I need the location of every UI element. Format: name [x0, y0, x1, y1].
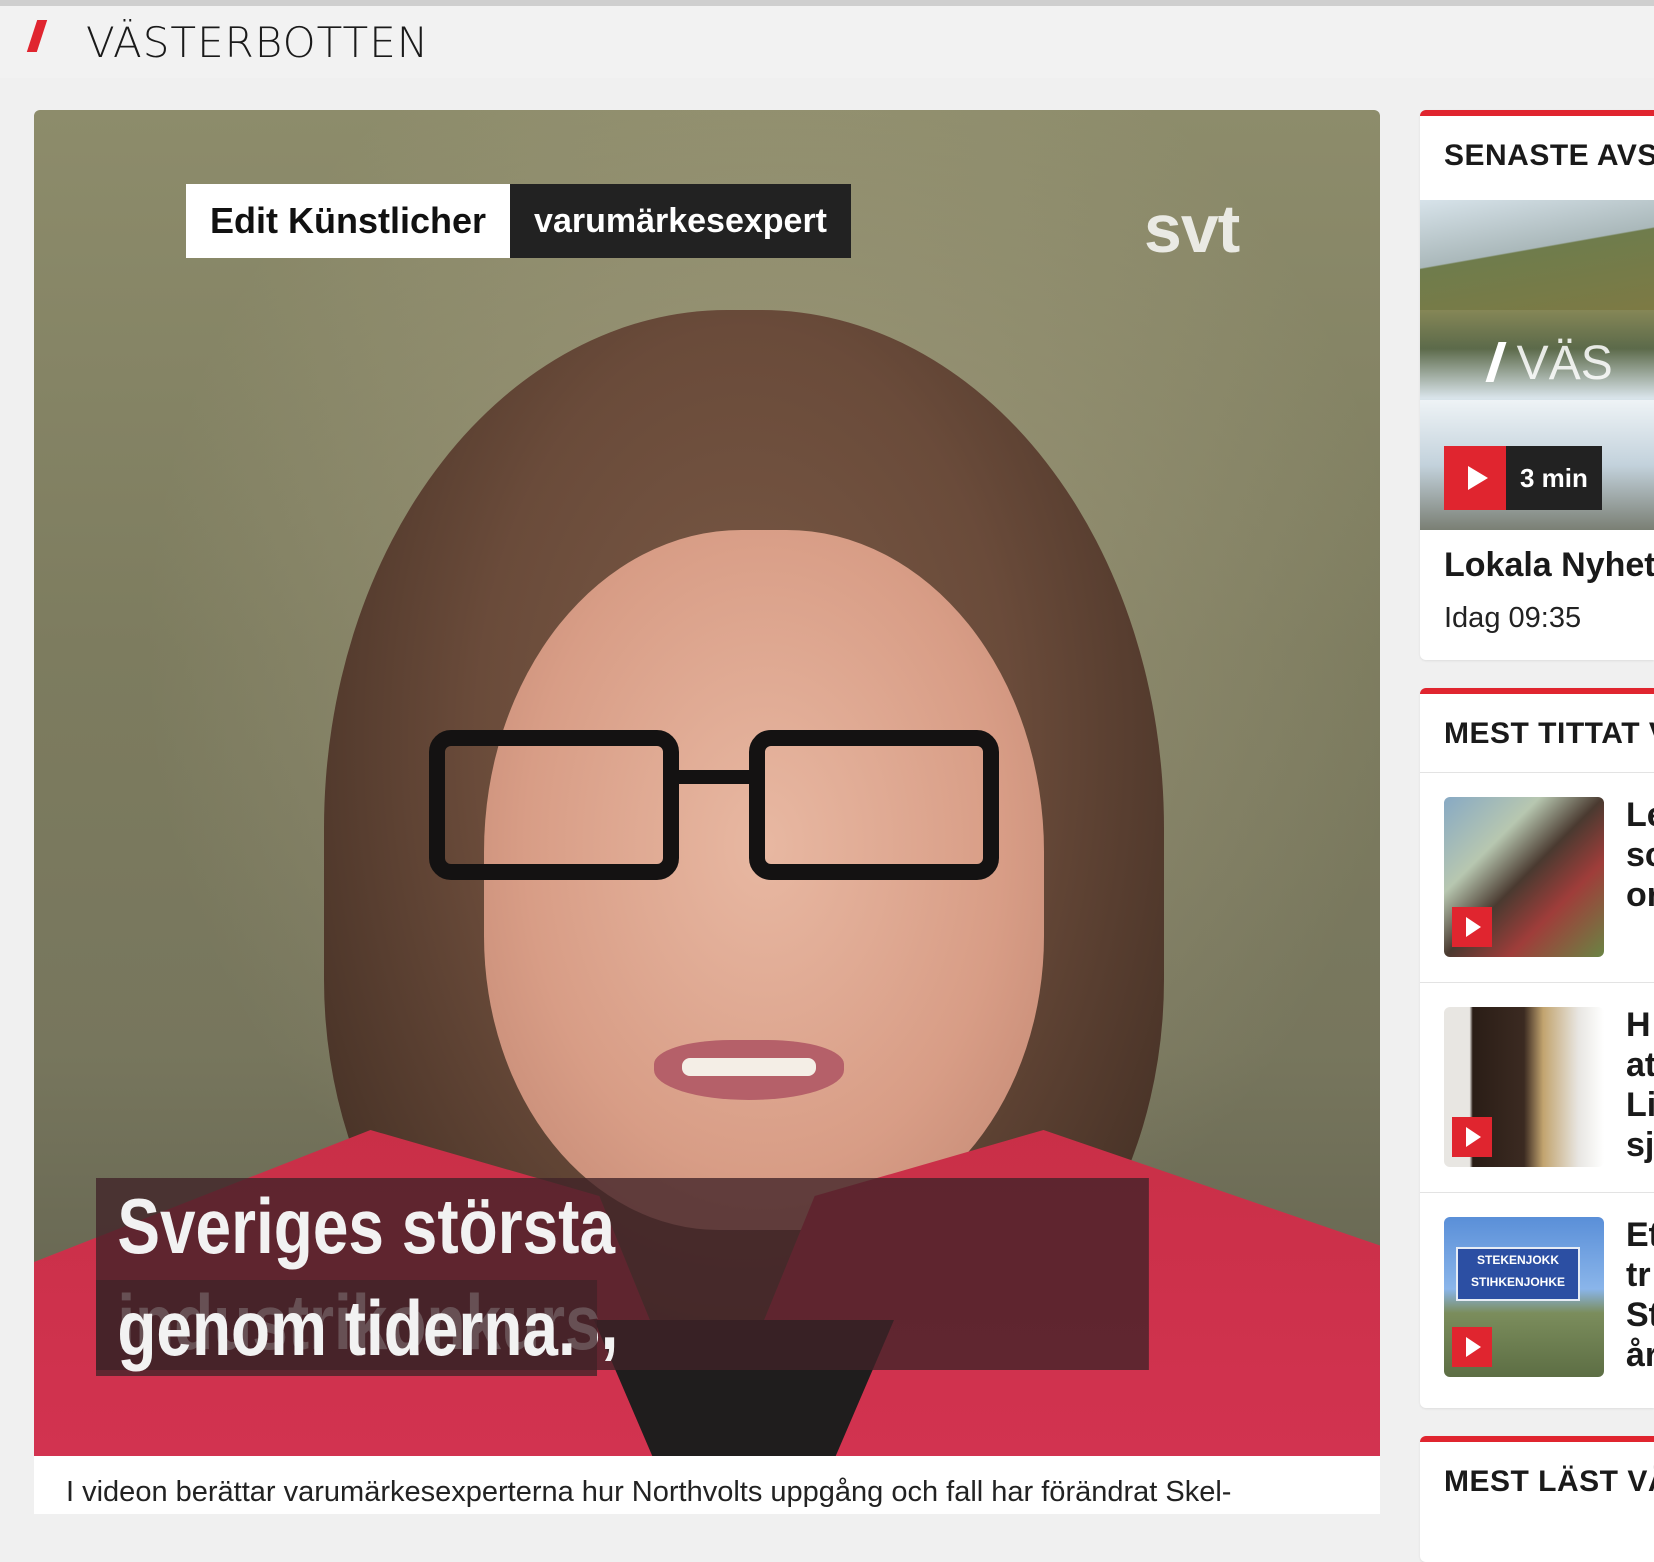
most-read-card: MEST LÄST VÄ: [1420, 1436, 1654, 1562]
section-title[interactable]: VÄSTERBOTTEN: [86, 18, 429, 67]
most-watched-card: MEST TITTAT V Le sc or H at Li sj STEKEN…: [1420, 688, 1654, 1408]
lower-third-name-tag: Edit Künstlicher varumärkesexpert: [186, 184, 851, 258]
play-duration-badge[interactable]: 3 min: [1444, 446, 1602, 510]
list-item-thumbnail[interactable]: [1444, 1007, 1604, 1167]
play-icon[interactable]: [1452, 1117, 1492, 1157]
thumbnail-watermark: VÄS: [1516, 337, 1613, 390]
list-item[interactable]: STEKENJOKK STIHKENJOHKE Et tr St år: [1420, 1192, 1654, 1403]
latest-broadcast-time: Idag 09:35: [1444, 602, 1582, 634]
list-item[interactable]: H at Li sj: [1420, 982, 1654, 1193]
video-caption: I videon berättar varumärkesexperterna h…: [34, 1456, 1380, 1514]
main-video-player[interactable]: Edit Künstlicher varumärkesexpert svt Sv…: [34, 110, 1380, 1456]
latest-broadcast-title[interactable]: Lokala Nyhet: [1444, 546, 1654, 585]
list-item-thumbnail[interactable]: [1444, 797, 1604, 957]
site-header: VÄSTERBOTTEN: [0, 0, 1654, 78]
video-subtitle-line-2: genom tiderna.: [96, 1280, 598, 1376]
latest-broadcast-card[interactable]: SENASTE AVS VÄS 3 min Lokala Nyhet Idag …: [1420, 110, 1654, 660]
person-name: Edit Künstlicher: [186, 184, 511, 258]
list-item-thumbnail[interactable]: STEKENJOKK STIHKENJOHKE: [1444, 1217, 1604, 1377]
play-icon[interactable]: [1444, 446, 1506, 510]
road-sign: STEKENJOKK STIHKENJOHKE: [1456, 1247, 1580, 1301]
list-item-title[interactable]: H at Li sj: [1626, 1005, 1654, 1165]
list-item[interactable]: Le sc or: [1420, 772, 1654, 983]
video-duration: 3 min: [1506, 446, 1602, 510]
svt-logo: svt: [1144, 191, 1240, 267]
play-icon[interactable]: [1452, 1327, 1492, 1367]
video-frame-mouth: [654, 1040, 844, 1100]
svt-slash-icon: [26, 20, 48, 52]
most-watched-heading: MEST TITTAT V: [1444, 717, 1654, 750]
list-item-title[interactable]: Et tr St år: [1626, 1215, 1654, 1375]
caption-text: I videon berättar varumärkesexperterna h…: [66, 1476, 1232, 1508]
list-item-title[interactable]: Le sc or: [1626, 795, 1654, 915]
video-frame-glasses: [429, 730, 1049, 890]
play-icon[interactable]: [1452, 907, 1492, 947]
latest-broadcast-heading: SENASTE AVS: [1444, 139, 1654, 172]
person-role: varumärkesexpert: [510, 184, 851, 258]
most-read-heading: MEST LÄST VÄ: [1444, 1465, 1654, 1498]
